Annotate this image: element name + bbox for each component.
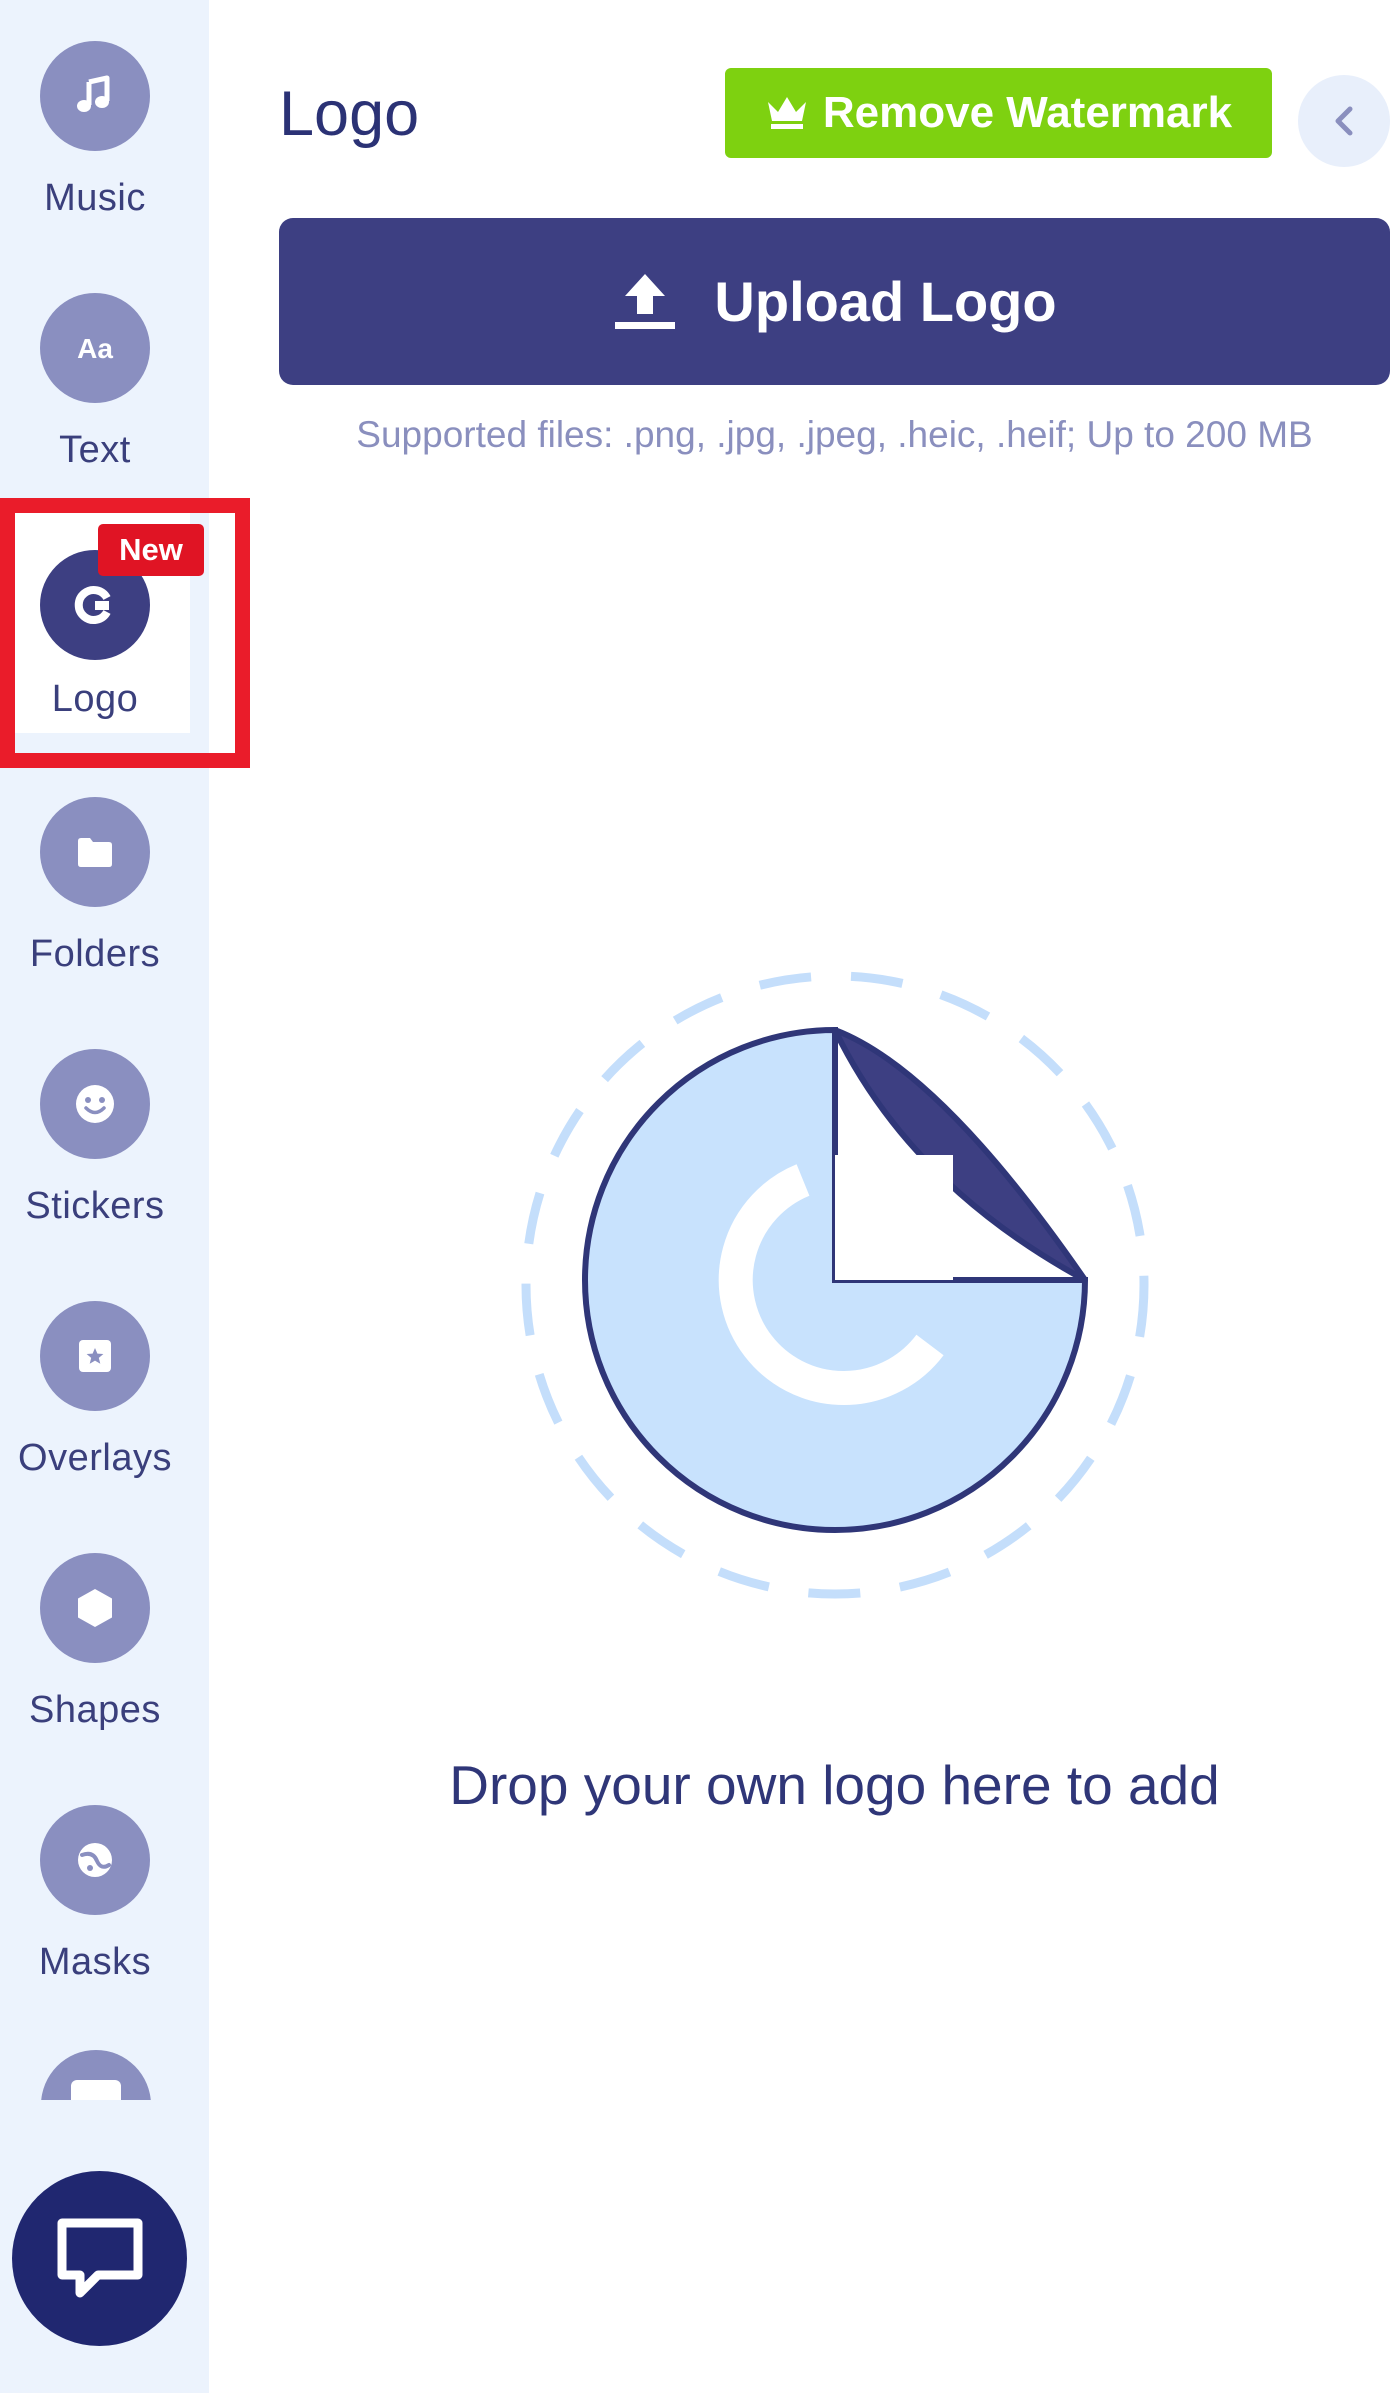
mask-icon [40,1805,150,1915]
sidebar-item-shapes[interactable]: Shapes [0,1512,190,1764]
sidebar-item-label: Masks [38,1941,152,1983]
upload-logo-label: Upload Logo [714,270,1057,333]
sidebar-item-label: Logo [51,678,139,720]
supported-files-hint: Supported files: .png, .jpg, .jpeg, .hei… [356,414,1313,455]
crown-icon [767,97,806,129]
sidebar-item-label: Text [59,429,131,471]
sidebar-item-masks[interactable]: Masks [0,1764,190,2016]
star-overlay-icon [40,1301,150,1411]
sidebar-item-music[interactable]: Music [0,0,190,252]
new-badge: New [98,524,204,576]
sidebar: Music Aa Text Logo Folders Stickers Over… [0,0,209,2393]
sidebar-item-overlays[interactable]: Overlays [0,1260,190,1512]
sidebar-item-partial[interactable] [41,2050,151,2100]
sidebar-item-label: Music [44,177,146,219]
remove-watermark-label: Remove Watermark [822,88,1233,137]
hexagon-icon [40,1553,150,1663]
logo-drop-zone[interactable]: Drop your own logo here to add [279,480,1390,1980]
layout-icon [41,2050,151,2100]
folder-icon [40,797,150,907]
smiley-icon [40,1049,150,1159]
drop-zone-text: Drop your own logo here to add [449,1754,1220,1816]
upload-arrow-icon [615,273,676,329]
text-aa-icon: Aa [40,293,150,403]
sidebar-item-stickers[interactable]: Stickers [0,1008,190,1260]
upload-logo-button[interactable]: Upload Logo [279,218,1390,385]
chat-bubble-icon [57,2218,142,2297]
svg-text:Aa: Aa [77,333,113,364]
page-title: Logo [279,79,420,149]
chat-button[interactable] [12,2171,187,2346]
sidebar-item-label: Folders [29,933,161,975]
sidebar-item-text[interactable]: Aa Text [0,252,190,504]
sidebar-item-folders[interactable]: Folders [0,756,190,1008]
music-note-icon [40,41,150,151]
remove-watermark-button[interactable]: Remove Watermark [725,68,1272,158]
sidebar-item-label: Overlays [18,1437,172,1479]
sidebar-item-label: Shapes [29,1689,161,1731]
chevron-left-icon [1335,106,1353,136]
logo-sticker-icon [521,971,1149,1599]
sidebar-item-label: Stickers [25,1185,165,1227]
collapse-panel-button[interactable] [1298,75,1390,167]
